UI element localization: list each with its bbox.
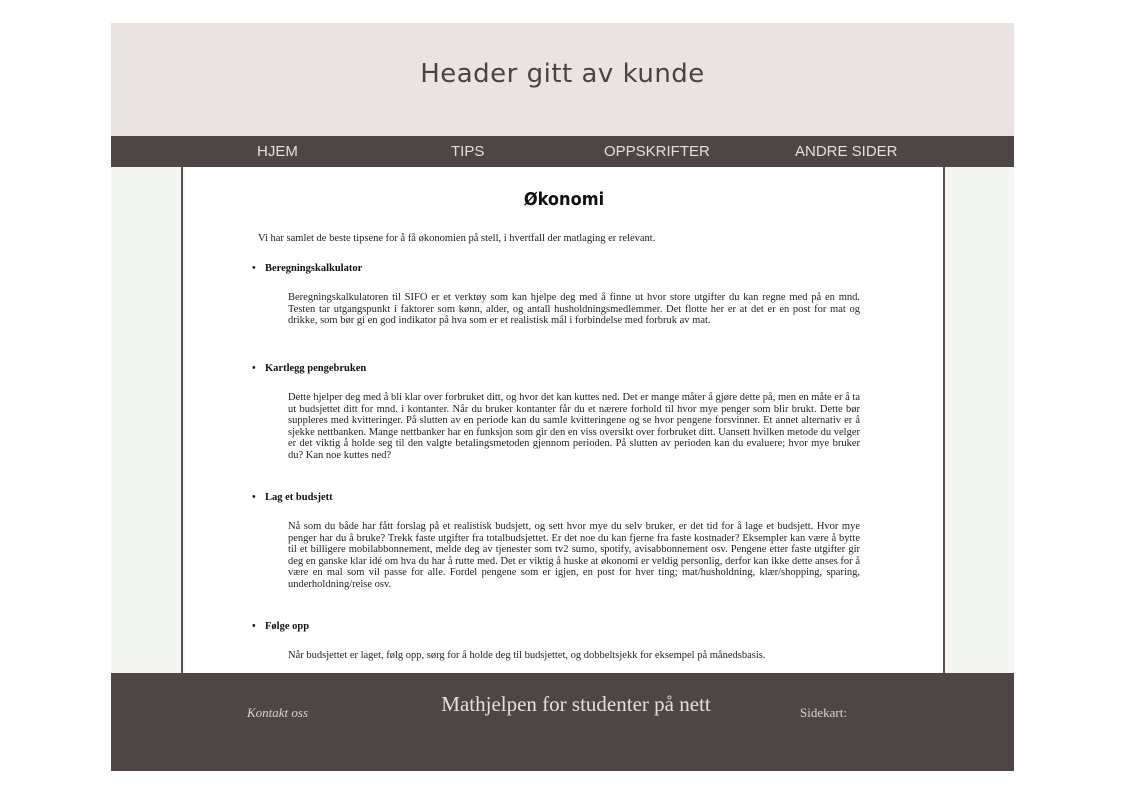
main-nav: HJEM TIPS OPPSKRIFTER ANDRE SIDER bbox=[111, 136, 1014, 167]
header-title: Header gitt av kunde bbox=[420, 59, 705, 89]
section-heading-label: Beregningskalkulator bbox=[265, 263, 363, 274]
section-body-lag-et-budsjett: Nå som du både har fått forslag på et re… bbox=[288, 521, 860, 590]
site-header: Header gitt av kunde bbox=[111, 23, 1014, 136]
section-body-folge-opp: Når budsjettet er laget, følg opp, sørg … bbox=[288, 650, 766, 661]
bullet-icon: • bbox=[252, 621, 256, 632]
nav-item-hjem[interactable]: HJEM bbox=[257, 143, 298, 160]
section-heading-kartlegg-pengebruken: • Kartlegg pengebruken bbox=[252, 363, 367, 374]
nav-item-andre-sider[interactable]: ANDRE SIDER bbox=[795, 143, 898, 160]
section-heading-label: Lag et budsjett bbox=[265, 492, 333, 503]
section-heading-lag-et-budsjett: • Lag et budsjett bbox=[252, 492, 333, 503]
section-heading-beregningskalkulator: • Beregningskalkulator bbox=[252, 263, 363, 274]
right-sidebar bbox=[943, 167, 1014, 673]
nav-item-oppskrifter[interactable]: OPPSKRIFTER bbox=[604, 143, 710, 160]
sitemap-link[interactable]: Sidekart: bbox=[800, 705, 847, 721]
page-frame: Header gitt av kunde HJEM TIPS OPPSKRIFT… bbox=[111, 23, 1014, 771]
contact-link[interactable]: Kontakt oss bbox=[247, 705, 308, 721]
section-heading-label: Kartlegg pengebruken bbox=[265, 363, 367, 374]
section-body-kartlegg-pengebruken: Dette hjelper deg med å bli klar over fo… bbox=[288, 392, 860, 461]
page-title: Økonomi bbox=[523, 189, 605, 210]
section-heading-folge-opp: • Følge opp bbox=[252, 621, 310, 632]
left-sidebar bbox=[111, 167, 183, 673]
nav-item-tips[interactable]: TIPS bbox=[451, 143, 484, 160]
site-footer: Kontakt oss Mathjelpen for studenter på … bbox=[111, 673, 1014, 771]
intro-text: Vi har samlet de beste tipsene for å få … bbox=[258, 233, 656, 244]
bullet-icon: • bbox=[252, 492, 256, 503]
section-heading-label: Følge opp bbox=[265, 621, 310, 632]
main-content: Økonomi Vi har samlet de beste tipsene f… bbox=[185, 167, 943, 673]
bullet-icon: • bbox=[252, 263, 256, 274]
section-body-beregningskalkulator: Beregningskalkulatoren til SIFO er et ve… bbox=[288, 292, 860, 327]
footer-title: Mathjelpen for studenter på nett bbox=[441, 692, 711, 716]
bullet-icon: • bbox=[252, 363, 256, 374]
